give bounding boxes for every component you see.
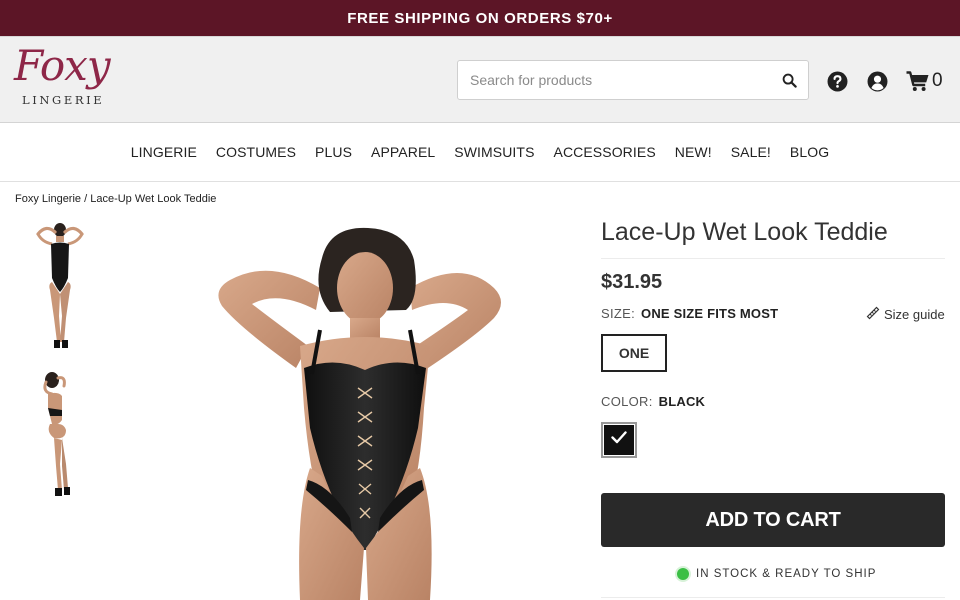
ruler-icon <box>866 306 880 323</box>
product-title: Lace-Up Wet Look Teddie <box>601 218 888 246</box>
bottom-divider <box>601 597 945 598</box>
size-guide-link[interactable]: Size guide <box>866 306 945 323</box>
nav-blog[interactable]: BLOG <box>790 144 829 160</box>
promo-banner: FREE SHIPPING ON ORDERS $70+ <box>0 0 960 36</box>
main-nav: LINGERIE COSTUMES PLUS APPAREL SWIMSUITS… <box>0 123 960 182</box>
size-label: SIZE: <box>601 306 636 321</box>
nav-plus[interactable]: PLUS <box>315 144 352 160</box>
search-box <box>457 60 809 100</box>
nav-costumes[interactable]: COSTUMES <box>216 144 296 160</box>
logo-subtitle: LINGERIE <box>22 93 105 107</box>
stock-status: IN STOCK & READY TO SHIP <box>677 568 876 580</box>
nav-sale[interactable]: SALE! <box>731 144 771 160</box>
in-stock-dot-icon <box>677 568 689 580</box>
stock-text: IN STOCK & READY TO SHIP <box>696 568 877 580</box>
size-row: SIZE: ONE SIZE FITS MOST <box>601 306 778 321</box>
search-icon[interactable] <box>770 61 808 99</box>
product-price: $31.95 <box>601 271 663 293</box>
nav-new[interactable]: NEW! <box>675 144 712 160</box>
help-icon[interactable] <box>826 70 848 92</box>
nav-lingerie[interactable]: LINGERIE <box>131 144 197 160</box>
nav-swimsuits[interactable]: SWIMSUITS <box>454 144 534 160</box>
search-input[interactable] <box>458 61 770 99</box>
breadcrumb-home[interactable]: Foxy Lingerie <box>15 193 81 205</box>
size-guide-label: Size guide <box>884 307 945 322</box>
size-value: ONE SIZE FITS MOST <box>641 306 779 321</box>
color-label: COLOR: <box>601 394 653 409</box>
product-main-image[interactable] <box>200 218 530 600</box>
color-row: COLOR: BLACK <box>601 394 705 409</box>
cart-count: 0 <box>932 70 943 91</box>
breadcrumb: Foxy Lingerie / Lace-Up Wet Look Teddie <box>15 193 216 205</box>
add-to-cart-button[interactable]: ADD TO CART <box>601 493 945 547</box>
cart-icon[interactable] <box>906 70 930 92</box>
nav-apparel[interactable]: APPAREL <box>371 144 435 160</box>
promo-text: FREE SHIPPING ON ORDERS $70+ <box>347 9 613 27</box>
breadcrumb-current: Lace-Up Wet Look Teddie <box>90 193 217 205</box>
checkmark-icon <box>611 431 627 449</box>
product-thumbnail-back[interactable] <box>28 368 92 500</box>
nav-accessories[interactable]: ACCESSORIES <box>554 144 656 160</box>
title-divider <box>601 258 945 259</box>
logo-script: Foxy <box>14 41 111 90</box>
breadcrumb-separator: / <box>81 193 91 205</box>
site-header: Foxy LINGERIE 0 <box>0 36 960 123</box>
size-option-one[interactable]: ONE <box>601 334 667 372</box>
account-icon[interactable] <box>866 70 888 92</box>
site-logo[interactable]: Foxy LINGERIE <box>14 45 134 117</box>
color-value: BLACK <box>658 394 706 409</box>
color-swatch-black[interactable] <box>601 422 637 458</box>
product-thumbnail-front[interactable] <box>28 220 92 352</box>
